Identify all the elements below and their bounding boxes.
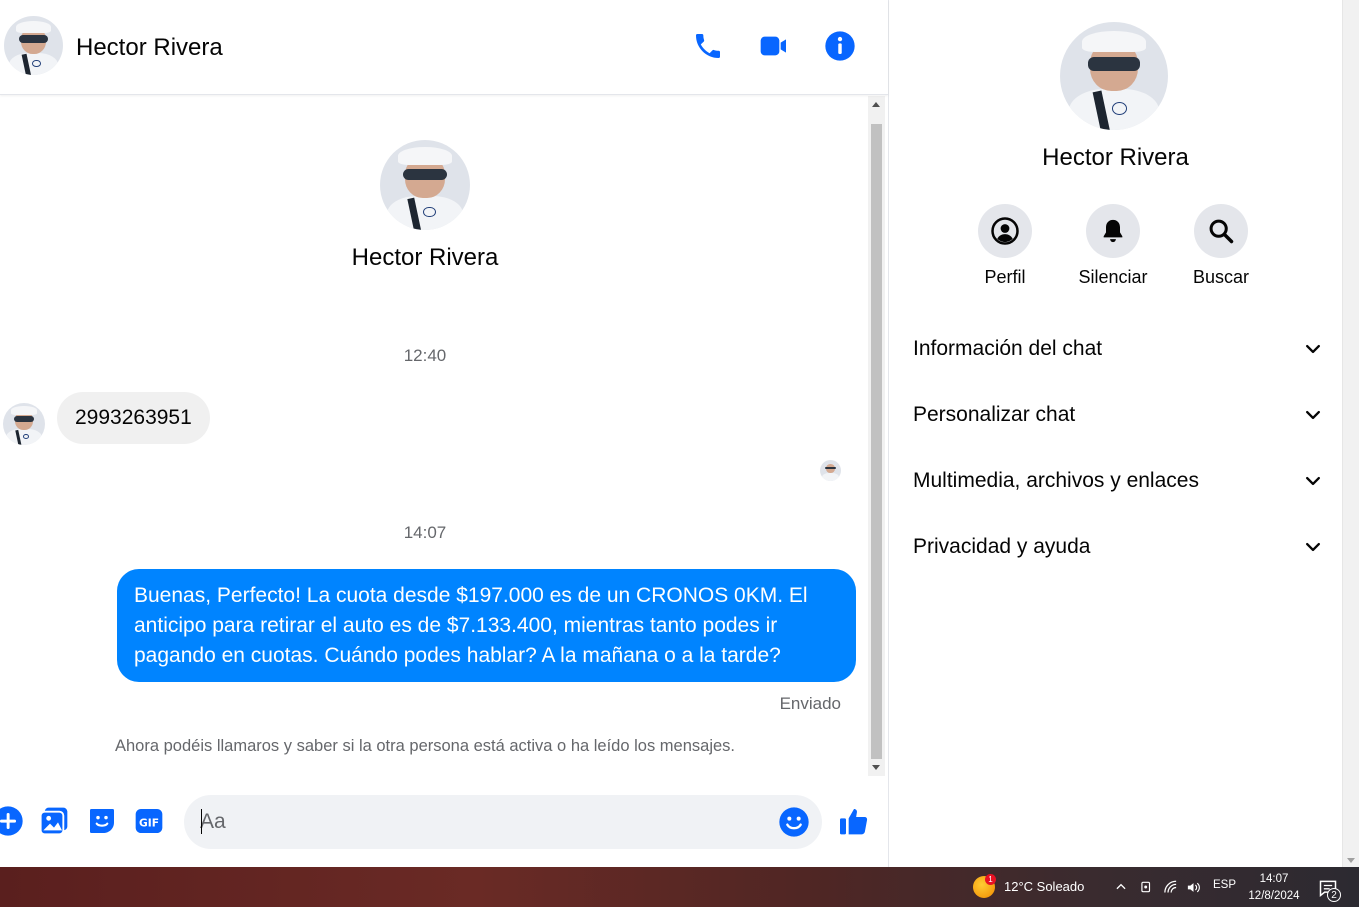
section-customize-chat[interactable]: Personalizar chat <box>913 395 1323 435</box>
chat-panel: Hector Rivera Hector Rivera 12:40 299326… <box>0 0 888 867</box>
windows-taskbar: 1 12°C Soleado ESP 14:07 12/8/2024 2 <box>0 867 1359 907</box>
phone-icon[interactable] <box>692 30 724 62</box>
chevron-up-icon[interactable] <box>1114 880 1128 894</box>
info-avatar[interactable] <box>1060 22 1168 130</box>
section-label: Información del chat <box>913 337 1103 360</box>
scrollbar-thumb[interactable] <box>871 124 882 759</box>
photo-icon[interactable] <box>38 805 70 837</box>
clock-date: 12/8/2024 <box>1248 890 1300 902</box>
chevron-down-icon <box>1306 344 1320 354</box>
mute-action[interactable]: Silenciar <box>1073 204 1153 288</box>
volume-icon[interactable] <box>1186 880 1201 895</box>
chat-info-panel: Hector Rivera Perfil Silenciar Buscar In… <box>889 0 1342 867</box>
chevron-down-icon <box>1306 542 1320 552</box>
chat-header: Hector Rivera <box>0 0 888 95</box>
plus-icon[interactable] <box>0 805 24 837</box>
incoming-message[interactable]: 2993263951 <box>57 392 210 444</box>
section-label: Privacidad y ayuda <box>913 535 1091 558</box>
emoji-icon[interactable] <box>778 806 810 838</box>
chevron-down-icon <box>1306 476 1320 486</box>
timestamp: 12:40 <box>403 346 447 365</box>
section-chat-info[interactable]: Información del chat <box>913 329 1323 369</box>
sticker-icon[interactable] <box>86 805 118 837</box>
section-media-files-links[interactable]: Multimedia, archivos y enlaces <box>913 461 1323 501</box>
weather-text[interactable]: 12°C Soleado <box>1004 879 1084 894</box>
notification-count: 2 <box>1327 888 1341 902</box>
message-status: Enviado <box>779 694 841 713</box>
timestamp: 14:07 <box>403 523 447 542</box>
like-icon[interactable] <box>838 805 870 837</box>
outgoing-message[interactable]: Buenas, Perfecto! La cuota desde $197.00… <box>117 569 856 682</box>
contact-name[interactable]: Hector Rivera <box>76 34 223 62</box>
chevron-down-icon <box>1306 410 1320 420</box>
search-label: Buscar <box>1192 267 1250 287</box>
page-scrollbar[interactable] <box>1342 0 1359 867</box>
bell-icon <box>1103 219 1123 243</box>
clock[interactable]: 14:07 12/8/2024 <box>1244 871 1304 905</box>
language-indicator[interactable]: ESP <box>1213 879 1236 891</box>
scroll-down-arrow[interactable] <box>1347 858 1355 863</box>
intro-avatar[interactable] <box>380 140 470 230</box>
info-icon[interactable] <box>824 30 856 62</box>
section-label: Personalizar chat <box>913 403 1076 426</box>
search-action[interactable]: Buscar <box>1181 204 1261 288</box>
mute-label: Silenciar <box>1078 267 1148 287</box>
profile-action[interactable]: Perfil <box>965 204 1045 288</box>
section-privacy-help[interactable]: Privacidad y ayuda <box>913 527 1323 567</box>
read-receipt-avatar <box>820 460 841 481</box>
gif-icon[interactable]: GIF <box>133 805 165 837</box>
scroll-down-arrow[interactable] <box>872 765 880 770</box>
search-icon <box>1209 219 1234 244</box>
intro-name: Hector Rivera <box>351 244 499 271</box>
text-caret <box>201 809 202 834</box>
profile-label: Perfil <box>984 267 1026 287</box>
message-list[interactable]: Hector Rivera 12:40 2993263951 14:07 Bue… <box>0 96 868 776</box>
message-input[interactable] <box>184 795 822 849</box>
sender-avatar[interactable] <box>3 403 45 445</box>
section-label: Multimedia, archivos y enlaces <box>913 469 1199 492</box>
contact-avatar[interactable] <box>4 16 63 75</box>
svg-text:GIF: GIF <box>139 816 159 829</box>
message-composer: GIF <box>0 777 888 867</box>
chat-scrollbar[interactable] <box>868 96 885 776</box>
wifi-icon[interactable] <box>1163 880 1178 895</box>
profile-icon <box>991 217 1019 245</box>
system-notice: Ahora podéis llamaros y saber si la otra… <box>115 737 735 755</box>
info-contact-name: Hector Rivera <box>1042 144 1189 171</box>
meet-now-icon[interactable] <box>1139 880 1153 894</box>
video-camera-icon[interactable] <box>758 30 790 62</box>
clock-time: 14:07 <box>1259 873 1289 885</box>
scroll-up-arrow[interactable] <box>872 102 880 107</box>
weather-badge: 1 <box>985 874 996 885</box>
